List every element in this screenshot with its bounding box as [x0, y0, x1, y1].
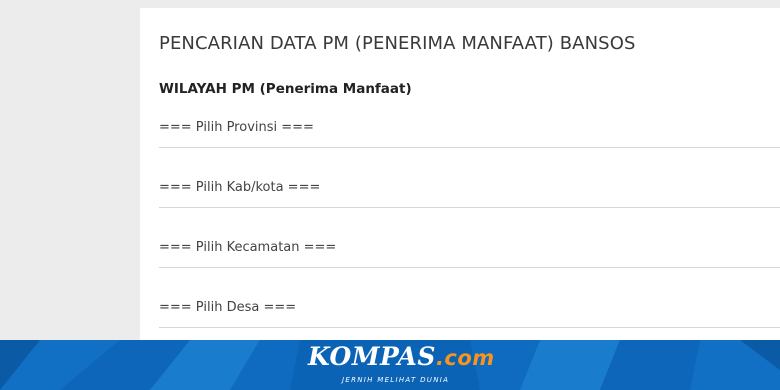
province-select[interactable]: === Pilih Provinsi === [159, 116, 780, 148]
village-select[interactable]: === Pilih Desa === [159, 296, 780, 328]
district-select[interactable]: === Pilih Kecamatan === [159, 236, 780, 268]
kompas-watermark-banner: KOMPAS.com JERNIH MELIHAT DUNIA [0, 340, 780, 390]
page: PENCARIAN DATA PM (PENERIMA MANFAAT) BAN… [0, 0, 780, 390]
village-select-value: === Pilih Desa === [159, 300, 297, 315]
kompas-logo: KOMPAS.com JERNIH MELIHAT DUNIA [308, 342, 494, 388]
region-section-label: WILAYAH PM (Penerima Manfaat) [159, 81, 412, 97]
district-select-value: === Pilih Kecamatan === [159, 240, 337, 255]
kompas-logo-dotcom: .com [435, 346, 495, 370]
search-form-card: PENCARIAN DATA PM (PENERIMA MANFAAT) BAN… [140, 8, 780, 348]
regency-city-select[interactable]: === Pilih Kab/kota === [159, 176, 780, 208]
kompas-logo-wordmark: KOMPAS.com [308, 342, 495, 371]
kompas-logo-brand: KOMPAS [308, 342, 436, 371]
regency-city-select-value: === Pilih Kab/kota === [159, 180, 321, 195]
province-select-value: === Pilih Provinsi === [159, 120, 314, 135]
kompas-logo-tagline: JERNIH MELIHAT DUNIA [342, 376, 450, 384]
page-title: PENCARIAN DATA PM (PENERIMA MANFAAT) BAN… [159, 33, 636, 54]
